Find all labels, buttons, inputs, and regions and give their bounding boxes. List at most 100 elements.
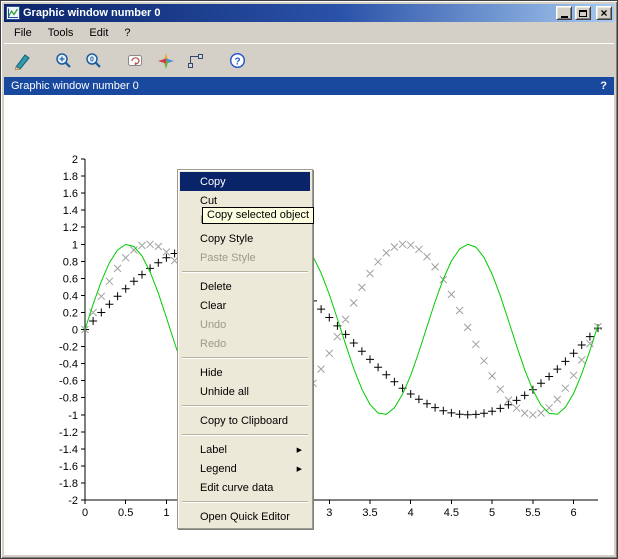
svg-text:0.4: 0.4 <box>63 290 78 302</box>
titlebar[interactable]: Graphic window number 0 × <box>4 4 614 22</box>
menu-separator <box>182 405 308 407</box>
submenu-arrow-icon: ▶ <box>296 465 302 473</box>
menu-item-label: Open Quick Editor <box>200 510 290 523</box>
zoom-in-icon <box>54 51 74 71</box>
maximize-button[interactable] <box>575 6 591 20</box>
menubar-item-edit[interactable]: Edit <box>81 24 116 42</box>
context-menu-item-paste-style[interactable]: Paste Style <box>180 248 310 267</box>
context-menu-item-unhide-all[interactable]: Unhide all <box>180 382 310 401</box>
context-menu-item-clear[interactable]: Clear <box>180 296 310 315</box>
svg-text:3.5: 3.5 <box>362 507 377 519</box>
context-menu-item-open-quick-editor[interactable]: Open Quick Editor <box>180 507 310 526</box>
menubar-item-file[interactable]: File <box>6 24 40 42</box>
svg-text:5.5: 5.5 <box>525 507 540 519</box>
svg-text:0: 0 <box>72 325 78 337</box>
svg-text:0: 0 <box>90 56 94 63</box>
svg-text:-1.4: -1.4 <box>59 444 78 456</box>
svg-text:4.5: 4.5 <box>444 507 459 519</box>
app-window: Graphic window number 0 × File Tools Edit?… <box>0 0 618 559</box>
original-view-button[interactable]: 0 <box>80 47 107 74</box>
svg-text:?: ? <box>234 56 240 67</box>
menu-item-label: Copy to Clipboard <box>200 414 289 427</box>
menu-item-label: Label <box>200 443 227 456</box>
svg-text:1.8: 1.8 <box>63 171 78 183</box>
tick-labels: 00.511.522.533.544.555.5621.81.61.41.210… <box>59 154 577 519</box>
datatip-button[interactable] <box>182 47 209 74</box>
svg-text:0.5: 0.5 <box>118 507 133 519</box>
figure-editor-icon <box>156 51 176 71</box>
svg-text:6: 6 <box>571 507 577 519</box>
context-menu-item-copy-to-clipboard[interactable]: Copy to Clipboard <box>180 411 310 430</box>
svg-text:3: 3 <box>326 507 332 519</box>
figure-editor-button[interactable] <box>152 47 179 74</box>
svg-text:0.8: 0.8 <box>63 256 78 268</box>
menu-item-label: Unhide all <box>200 385 249 398</box>
svg-text:-0.6: -0.6 <box>59 376 78 388</box>
zoom-in-button[interactable] <box>50 47 77 74</box>
minimize-icon <box>560 15 568 18</box>
context-menu-item-copy[interactable]: Copy <box>180 172 310 191</box>
svg-text:4: 4 <box>408 507 414 519</box>
menu-separator <box>182 271 308 273</box>
svg-text:-0.4: -0.4 <box>59 359 78 371</box>
menu-item-label: Redo <box>200 337 227 350</box>
figure-info-bar: Graphic window number 0 ? <box>4 77 614 95</box>
export-icon <box>12 51 32 71</box>
svg-text:1.6: 1.6 <box>63 188 78 200</box>
rotate-icon <box>126 51 146 71</box>
svg-text:-0.8: -0.8 <box>59 393 78 405</box>
menu-item-label: Edit curve data <box>200 481 274 494</box>
svg-text:5: 5 <box>489 507 495 519</box>
svg-text:2: 2 <box>72 154 78 166</box>
series-cross-markers[interactable] <box>81 240 602 419</box>
axes <box>81 158 598 504</box>
help-button[interactable]: ? <box>224 47 251 74</box>
menu-item-label: Copy <box>200 175 226 188</box>
svg-text:-0.2: -0.2 <box>59 342 78 354</box>
context-menu-item-legend[interactable]: Legend ▶ <box>180 459 310 478</box>
close-icon: × <box>600 6 608 20</box>
menu-item-label: Delete <box>200 280 232 293</box>
series-green-line[interactable] <box>84 243 599 415</box>
menu-item-label: Hide <box>200 366 223 379</box>
figure-info-label: Graphic window number 0 <box>11 80 139 92</box>
window-title: Graphic window number 0 <box>23 7 161 19</box>
menu-item-label: Legend <box>200 462 237 475</box>
context-menu-item-hide[interactable]: Hide <box>180 363 310 382</box>
svg-text:-2: -2 <box>68 495 78 507</box>
submenu-arrow-icon: ▶ <box>296 446 302 454</box>
minimize-button[interactable] <box>556 6 572 20</box>
plot-canvas[interactable]: 00.511.522.533.544.555.5621.81.61.41.210… <box>4 95 614 555</box>
svg-text:-1: -1 <box>68 410 78 422</box>
menu-separator <box>182 434 308 436</box>
menu-item-label: Paste Style <box>200 251 256 264</box>
menubar-item-help[interactable]: ? <box>116 24 138 42</box>
toolbar: 0 ? <box>4 43 614 77</box>
infobar-help-icon[interactable]: ? <box>600 80 607 92</box>
menubar-item-tools[interactable]: Tools <box>40 24 82 42</box>
menu-separator <box>182 357 308 359</box>
export-button[interactable] <box>8 47 35 74</box>
help-icon: ? <box>228 51 248 71</box>
rotate-button[interactable] <box>122 47 149 74</box>
menu-item-label: Cut <box>200 194 218 207</box>
menu-item-label: Clear <box>200 299 227 312</box>
original-view-icon: 0 <box>84 51 104 71</box>
maximize-icon <box>579 9 587 17</box>
svg-text:-1.2: -1.2 <box>59 427 78 439</box>
context-menu-item-edit-curve-data[interactable]: Edit curve data <box>180 478 310 497</box>
menu-item-label: Copy Style <box>200 232 254 245</box>
svg-text:1: 1 <box>163 507 169 519</box>
context-menu-item-redo[interactable]: Redo <box>180 334 310 353</box>
context-menu-item-undo[interactable]: Undo <box>180 315 310 334</box>
context-menu-item-label[interactable]: Label ▶ <box>180 440 310 459</box>
series-plus-markers[interactable] <box>81 240 602 419</box>
context-menu-item-copy-style[interactable]: Copy Style <box>180 229 310 248</box>
tooltip: Copy selected object <box>202 207 315 224</box>
svg-text:1: 1 <box>72 239 78 251</box>
svg-text:1.2: 1.2 <box>63 222 78 234</box>
close-button[interactable]: × <box>596 6 612 20</box>
svg-text:0.2: 0.2 <box>63 307 78 319</box>
datatip-icon <box>186 51 206 71</box>
context-menu-item-delete[interactable]: Delete <box>180 277 310 296</box>
